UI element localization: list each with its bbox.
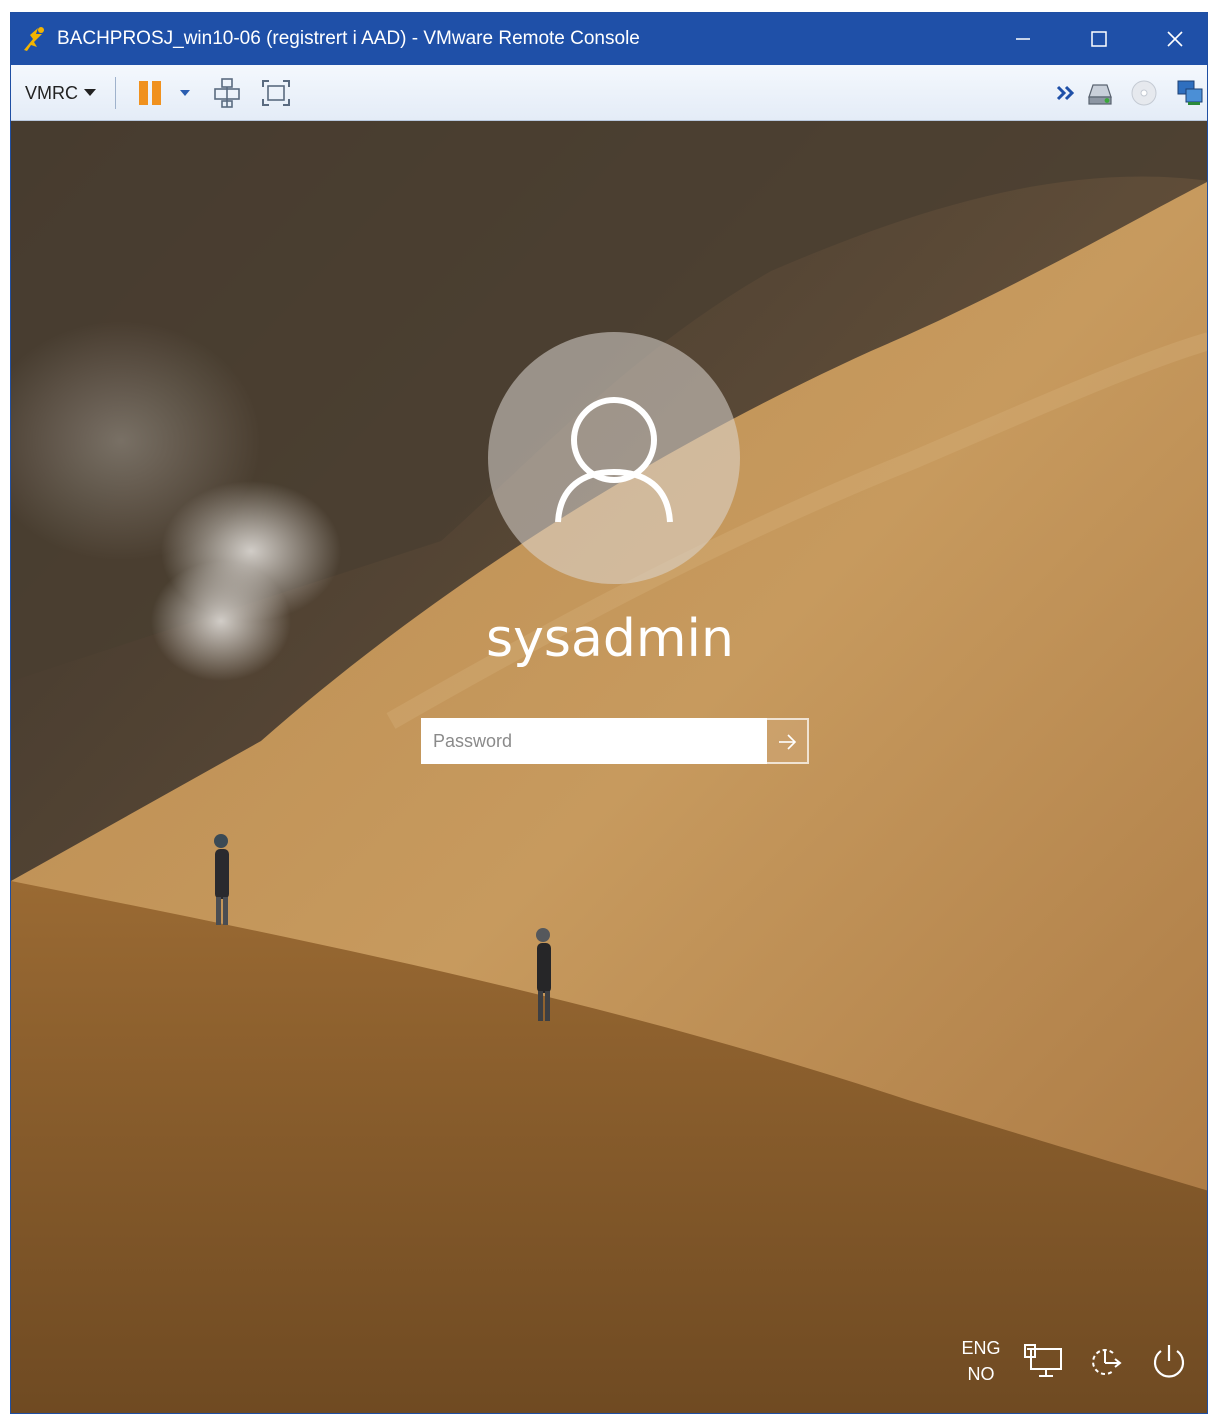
input-language-button[interactable]: ENG NO: [959, 1335, 1003, 1387]
ease-of-access-icon: [1092, 1349, 1122, 1375]
password-input[interactable]: [421, 718, 767, 764]
keyboard-layout-code: NO: [967, 1364, 995, 1384]
pause-icon: [139, 81, 161, 105]
window-title: BACHPROSJ_win10-06 (registrert i AAD) - …: [57, 28, 640, 49]
title-bar[interactable]: BACHPROSJ_win10-06 (registrert i AAD) - …: [11, 13, 1207, 65]
password-form: [421, 718, 809, 764]
maximize-icon: [1091, 31, 1107, 47]
network-adapter-button[interactable]: [1175, 77, 1205, 109]
double-chevron-icon: [1056, 85, 1075, 101]
hard-disk-button[interactable]: [1085, 77, 1115, 109]
submit-arrow-icon: [779, 734, 797, 750]
power-button[interactable]: [1147, 1339, 1191, 1383]
power-icon: [1153, 1345, 1185, 1378]
cd-rom-button[interactable]: [1129, 77, 1159, 109]
submit-button[interactable]: [767, 718, 809, 764]
minimize-button[interactable]: [985, 13, 1061, 65]
hard-disk-icon: [1088, 84, 1112, 105]
maximize-button[interactable]: [1061, 13, 1137, 65]
ctrl-alt-del-icon: [214, 78, 240, 108]
close-icon: [1167, 31, 1183, 47]
language-code: ENG: [961, 1338, 1001, 1358]
minimize-icon: [1016, 38, 1030, 40]
send-ctrl-alt-del-button[interactable]: [211, 77, 245, 109]
network-icon: [1024, 1344, 1062, 1377]
chevron-down-icon: [84, 89, 96, 96]
ease-of-access-button[interactable]: [1083, 1339, 1127, 1383]
cd-rom-icon: [1131, 80, 1157, 106]
vmrc-menu-label: VMRC: [25, 82, 78, 103]
toolbar-divider: [115, 77, 116, 109]
network-adapter-icon: [1177, 80, 1203, 105]
close-button[interactable]: [1137, 13, 1207, 65]
user-avatar: [488, 332, 740, 584]
username-label: sysadmin: [486, 609, 734, 669]
vmrc-window: BACHPROSJ_win10-06 (registrert i AAD) - …: [10, 12, 1208, 1414]
vm-console[interactable]: sysadmin ENG NO: [11, 121, 1207, 1413]
power-options-dropdown[interactable]: [177, 77, 193, 109]
toolbar: VMRC: [11, 65, 1207, 121]
fullscreen-icon: [262, 80, 290, 106]
vmrc-menu-button[interactable]: VMRC: [25, 81, 96, 105]
more-devices-button[interactable]: [1055, 77, 1077, 109]
lockscreen-background: [11, 121, 1207, 1413]
pause-button[interactable]: [137, 77, 165, 109]
network-button[interactable]: [1021, 1339, 1065, 1383]
dropdown-caret-icon: [180, 90, 190, 96]
user-avatar-icon: [555, 397, 673, 523]
vmware-app-icon: [21, 25, 49, 53]
fullscreen-button[interactable]: [259, 77, 293, 109]
